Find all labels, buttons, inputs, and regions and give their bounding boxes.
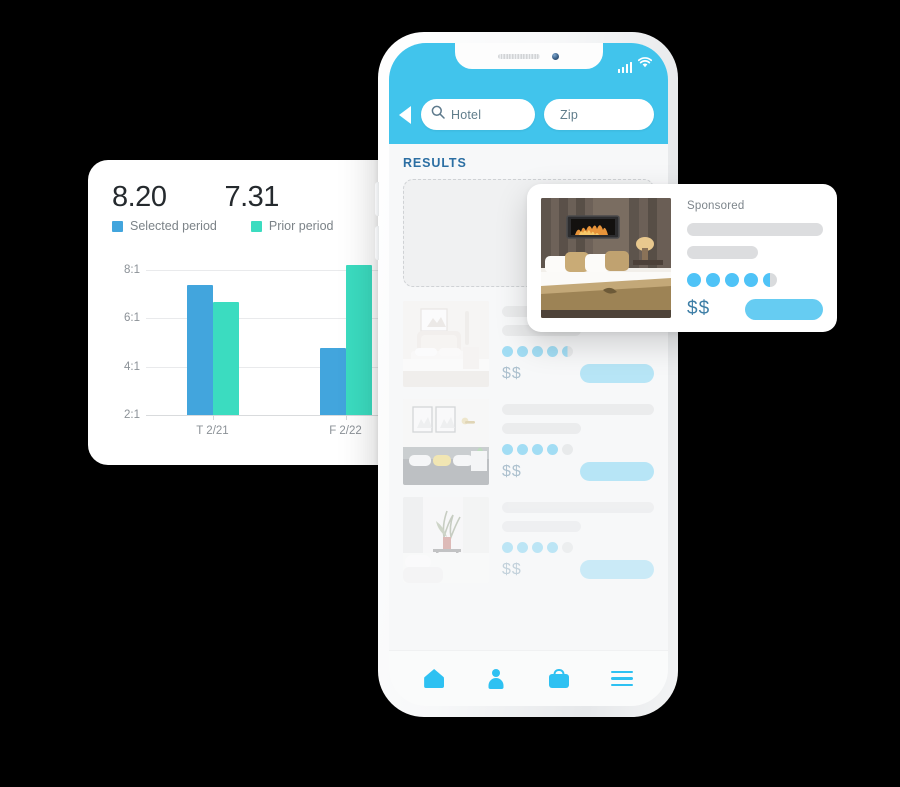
sponsored-hotel-image xyxy=(541,198,671,318)
subtitle-placeholder xyxy=(502,521,582,532)
results-heading: RESULTS xyxy=(403,156,467,170)
price-row: $$ xyxy=(502,462,654,481)
legend-label-selected: Selected period xyxy=(130,219,217,234)
sponsored-price-row: $$ xyxy=(687,298,823,320)
bag-icon[interactable] xyxy=(548,669,569,688)
rating-dots xyxy=(502,542,654,553)
bar xyxy=(345,265,372,416)
y-axis-tick-label: 8:1 xyxy=(124,263,140,276)
legend-swatch-teal-icon xyxy=(250,220,262,232)
volume-down-button[interactable] xyxy=(375,226,379,260)
sponsored-title-placeholder xyxy=(687,223,823,236)
x-axis-tick xyxy=(345,415,347,421)
price-label: $$ xyxy=(502,364,522,382)
x-axis-tick xyxy=(212,415,214,421)
chart-bars xyxy=(146,255,412,416)
y-axis-tick-label: 2:1 xyxy=(124,409,140,422)
price-label: $$ xyxy=(502,462,522,480)
list-item[interactable]: $$ xyxy=(403,497,654,583)
hotel-thumbnail xyxy=(403,497,489,583)
bar xyxy=(212,301,239,416)
sponsored-meta: Sponsored $$ xyxy=(687,198,823,320)
bar-chart: 2:1 4:1 6:1 8:1 T 2/21 F 2/22 xyxy=(112,255,412,451)
speaker-grille-icon xyxy=(498,53,540,59)
title-placeholder xyxy=(502,502,654,513)
list-item-meta: $$ xyxy=(502,399,654,481)
bar-group xyxy=(319,255,372,416)
sponsored-ad-card[interactable]: Sponsored $$ xyxy=(527,184,837,332)
hotel-thumbnail xyxy=(403,301,489,387)
hamburger-menu-icon[interactable] xyxy=(610,670,633,687)
price-label: $$ xyxy=(502,560,522,578)
signal-bars-icon xyxy=(617,62,632,73)
person-icon[interactable] xyxy=(486,668,506,689)
bar xyxy=(186,284,213,416)
legend-swatch-blue-icon xyxy=(112,220,123,232)
hotel-thumbnail xyxy=(403,399,489,485)
sponsored-subtitle-placeholder xyxy=(687,246,758,259)
status-icons xyxy=(617,55,653,73)
notch xyxy=(454,43,603,69)
y-axis-tick-label: 4:1 xyxy=(124,360,140,373)
book-button[interactable] xyxy=(580,462,654,481)
gridline xyxy=(146,415,412,417)
zip-input-value: Zip xyxy=(560,107,578,122)
phone-device: Hotel Zip RESULTS $$ $$ $$ xyxy=(375,32,681,717)
wifi-icon xyxy=(637,55,653,73)
sponsored-book-button[interactable] xyxy=(745,298,823,320)
bar xyxy=(319,347,346,416)
rating-dots xyxy=(502,444,654,455)
bar-group xyxy=(186,255,239,416)
zip-input[interactable]: Zip xyxy=(544,99,654,130)
search-input[interactable]: Hotel xyxy=(421,99,535,130)
x-axis-tick-label: T 2/21 xyxy=(196,425,229,438)
sponsored-price-label: $$ xyxy=(687,298,711,319)
title-placeholder xyxy=(502,404,654,415)
subtitle-placeholder xyxy=(502,423,582,434)
book-button[interactable] xyxy=(580,560,654,579)
rating-dots xyxy=(502,346,654,357)
back-arrow-icon[interactable] xyxy=(399,105,411,124)
legend-item-selected: Selected period xyxy=(112,219,217,233)
price-row: $$ xyxy=(502,364,654,383)
legend-label-prior: Prior period xyxy=(268,219,334,234)
list-item[interactable]: $$ xyxy=(403,399,654,485)
list-item-meta: $$ xyxy=(502,497,654,579)
status-bar xyxy=(389,43,668,99)
book-button[interactable] xyxy=(580,364,654,383)
kpi-value-selected: 8.20 xyxy=(112,181,167,213)
price-row: $$ xyxy=(502,560,654,579)
legend-item-prior: Prior period xyxy=(250,219,334,234)
kpi-value-prior: 7.31 xyxy=(224,181,279,213)
search-bar: Hotel Zip xyxy=(389,99,668,144)
volume-up-button[interactable] xyxy=(375,182,379,216)
front-camera-icon xyxy=(552,52,559,60)
search-input-value: Hotel xyxy=(451,107,482,122)
phone-screen: Hotel Zip RESULTS $$ $$ $$ xyxy=(389,43,668,706)
sponsored-label: Sponsored xyxy=(687,200,745,212)
search-icon xyxy=(431,105,445,124)
scene: 8.20 7.31 Selected period Prior period 2… xyxy=(0,0,900,787)
home-icon[interactable] xyxy=(424,669,445,688)
x-axis-tick-label: F 2/22 xyxy=(329,425,362,438)
y-axis-tick-label: 6:1 xyxy=(124,312,140,325)
sponsored-rating-dots xyxy=(687,273,823,287)
bottom-navigation xyxy=(389,650,668,706)
